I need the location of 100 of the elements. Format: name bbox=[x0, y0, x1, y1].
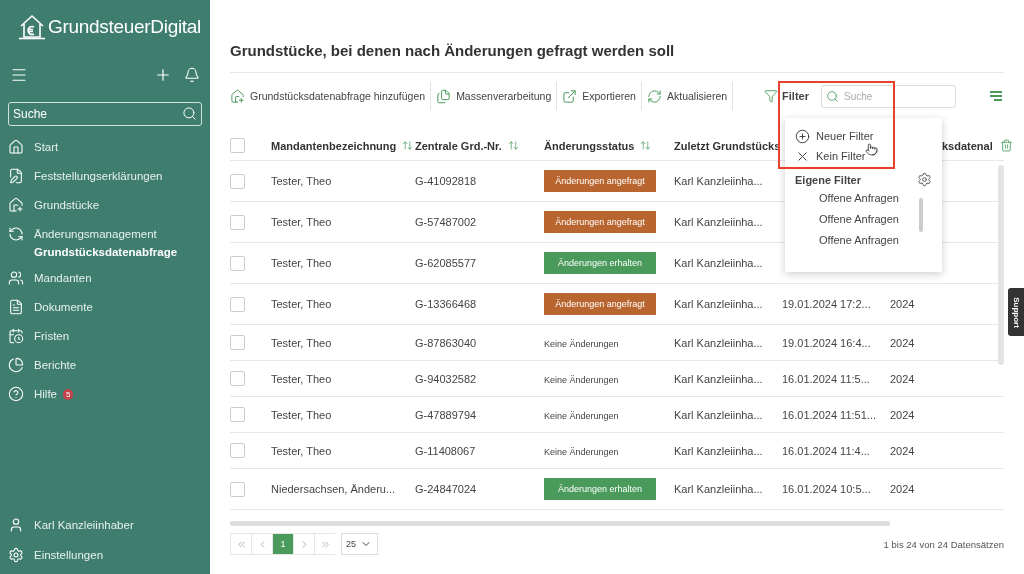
toolbar-button[interactable]: Aktualisieren bbox=[646, 82, 734, 110]
status-badge: Änderungen erhalten bbox=[544, 252, 656, 274]
table-cell: G-13366468 bbox=[415, 298, 477, 310]
table-cell: G-94032582 bbox=[415, 372, 477, 385]
saved-filter-item[interactable]: Offene Anfragen bbox=[795, 187, 932, 208]
plus-icon[interactable] bbox=[154, 66, 172, 84]
nav-item[interactable]: Hilfe bbox=[34, 388, 57, 400]
row-checkbox[interactable] bbox=[230, 371, 245, 386]
funnel-icon bbox=[764, 89, 779, 103]
nav-item[interactable]: Grundstücke bbox=[34, 199, 100, 211]
vertical-scrollbar[interactable] bbox=[998, 165, 1004, 365]
nav-item[interactable]: Start bbox=[34, 141, 59, 153]
status-badge: Änderungen angefragt bbox=[544, 170, 656, 192]
document-pen-icon bbox=[8, 168, 24, 184]
row-checkbox[interactable] bbox=[230, 173, 245, 189]
nav-item[interactable]: Dokumente bbox=[34, 301, 93, 313]
support-tab[interactable]: Support bbox=[1008, 288, 1024, 336]
column-header[interactable]: ksdatenal bbox=[942, 139, 993, 152]
table-cell: G-62085577 bbox=[415, 257, 477, 269]
select-all-checkbox[interactable] bbox=[230, 138, 245, 153]
toolbar-button[interactable]: Exportieren bbox=[562, 82, 642, 110]
nav-item[interactable]: Einstellungen bbox=[34, 549, 104, 561]
status-badge: Änderungen angefragt bbox=[544, 211, 656, 233]
column-header[interactable]: Zuletzt Grundstücks bbox=[674, 139, 781, 152]
lines-icon[interactable] bbox=[988, 90, 1004, 102]
bell-icon[interactable] bbox=[184, 67, 200, 83]
house-plus-icon bbox=[230, 88, 245, 104]
row-checkbox[interactable] bbox=[230, 481, 245, 497]
nav-subitem[interactable]: Grundstücksdatenabfrage bbox=[34, 246, 202, 258]
status-text: Keine Änderungen bbox=[544, 446, 619, 457]
search-icon bbox=[826, 89, 839, 103]
table-cell: 16.01.2024 11:5... bbox=[782, 372, 870, 385]
table-cell: Tester, Theo bbox=[271, 257, 332, 269]
table-cell: Tester, Theo bbox=[271, 298, 332, 310]
row-checkbox[interactable] bbox=[230, 443, 245, 458]
settings-icon[interactable] bbox=[917, 172, 932, 187]
hand-cursor-icon bbox=[865, 143, 878, 156]
page-size-select[interactable]: 25 bbox=[341, 533, 378, 555]
row-checkbox[interactable] bbox=[230, 255, 245, 271]
saved-filter-item[interactable]: Offene Anfragen bbox=[795, 229, 932, 250]
next-page-button[interactable] bbox=[293, 533, 314, 555]
pie-chart-icon bbox=[8, 357, 24, 373]
table-search-field[interactable]: Suche bbox=[821, 84, 956, 108]
sort-icon[interactable] bbox=[402, 140, 414, 151]
row-checkbox[interactable] bbox=[230, 214, 245, 230]
table-cell: Karl Kanzleiinha... bbox=[674, 175, 763, 187]
menu-item[interactable]: Neuer Filter bbox=[795, 126, 932, 146]
menu-item[interactable]: Kein Filter bbox=[795, 146, 932, 166]
table-cell: Tester, Theo bbox=[271, 408, 332, 421]
table-cell: 19.01.2024 16:4... bbox=[782, 336, 871, 349]
sidebar-search-field[interactable]: Suche bbox=[8, 102, 202, 126]
plus-circle-icon bbox=[795, 128, 810, 144]
menu-scrollbar[interactable] bbox=[919, 198, 923, 232]
column-header[interactable]: Zentrale Grd.-Nr. bbox=[415, 139, 502, 152]
row-checkbox[interactable] bbox=[230, 407, 245, 422]
nav-item[interactable]: Mandanten bbox=[34, 272, 92, 284]
house-icon bbox=[8, 139, 24, 155]
trash-icon[interactable] bbox=[1000, 139, 1013, 152]
row-checkbox[interactable] bbox=[230, 335, 245, 350]
status-badge: Änderungen erhalten bbox=[544, 478, 656, 500]
table-cell: Karl Kanzleiinha... bbox=[674, 336, 763, 349]
nav-item[interactable]: Berichte bbox=[34, 359, 77, 371]
first-page-button[interactable] bbox=[230, 533, 251, 555]
house-plus-icon bbox=[8, 197, 24, 213]
saved-filter-item[interactable]: Offene Anfragen bbox=[795, 208, 932, 229]
toolbar-button[interactable]: Grundstücksdatenabfrage hinzufügen bbox=[230, 82, 432, 110]
table-cell: Niedersachsen, Änderu... bbox=[271, 483, 396, 495]
table-cell: Karl Kanzleiinha... bbox=[674, 257, 763, 269]
sort-icon[interactable] bbox=[507, 140, 519, 151]
previous-page-button[interactable] bbox=[251, 533, 272, 555]
app-logo: GrundsteuerDigital bbox=[48, 16, 201, 38]
table-cell: Tester, Theo bbox=[271, 175, 332, 187]
sort-icon[interactable] bbox=[640, 140, 652, 151]
table-cell: 2024 bbox=[890, 483, 915, 495]
refresh-icon bbox=[646, 88, 662, 104]
table-cell: G-47889794 bbox=[415, 408, 477, 421]
nav-item[interactable]: Feststellungserklärungen bbox=[34, 170, 163, 182]
nav-item[interactable]: Karl Kanzleiinhaber bbox=[34, 519, 134, 531]
table-cell: G-57487002 bbox=[415, 216, 477, 228]
column-header[interactable]: Änderungsstatus bbox=[544, 139, 635, 152]
table-cell: 16.01.2024 11:4... bbox=[782, 444, 870, 457]
nav-item[interactable]: Fristen bbox=[34, 330, 70, 342]
export-icon bbox=[562, 88, 578, 104]
calendar-clock-icon bbox=[8, 328, 24, 344]
menu-icon[interactable] bbox=[10, 66, 28, 84]
table-cell: 16.01.2024 10:5... bbox=[782, 483, 871, 495]
status-text: Keine Änderungen bbox=[544, 374, 619, 385]
filter-button[interactable]: Filter bbox=[758, 88, 815, 104]
row-checkbox[interactable] bbox=[230, 296, 245, 312]
table-cell: Tester, Theo bbox=[271, 444, 332, 457]
column-header[interactable]: Mandantenbezeichnung bbox=[271, 139, 397, 152]
search-icon[interactable] bbox=[182, 106, 197, 121]
toolbar-button[interactable]: Massenverarbeitung bbox=[436, 82, 558, 110]
table-cell: G-87863040 bbox=[415, 336, 477, 349]
last-page-button[interactable] bbox=[314, 533, 335, 555]
table-cell: G-24847024 bbox=[415, 483, 477, 495]
horizontal-scrollbar[interactable] bbox=[230, 521, 890, 526]
table-cell: G-11408067 bbox=[415, 444, 476, 457]
nav-item[interactable]: Änderungsmanagement bbox=[34, 228, 157, 240]
table-cell: Karl Kanzleiinha... bbox=[674, 444, 763, 457]
